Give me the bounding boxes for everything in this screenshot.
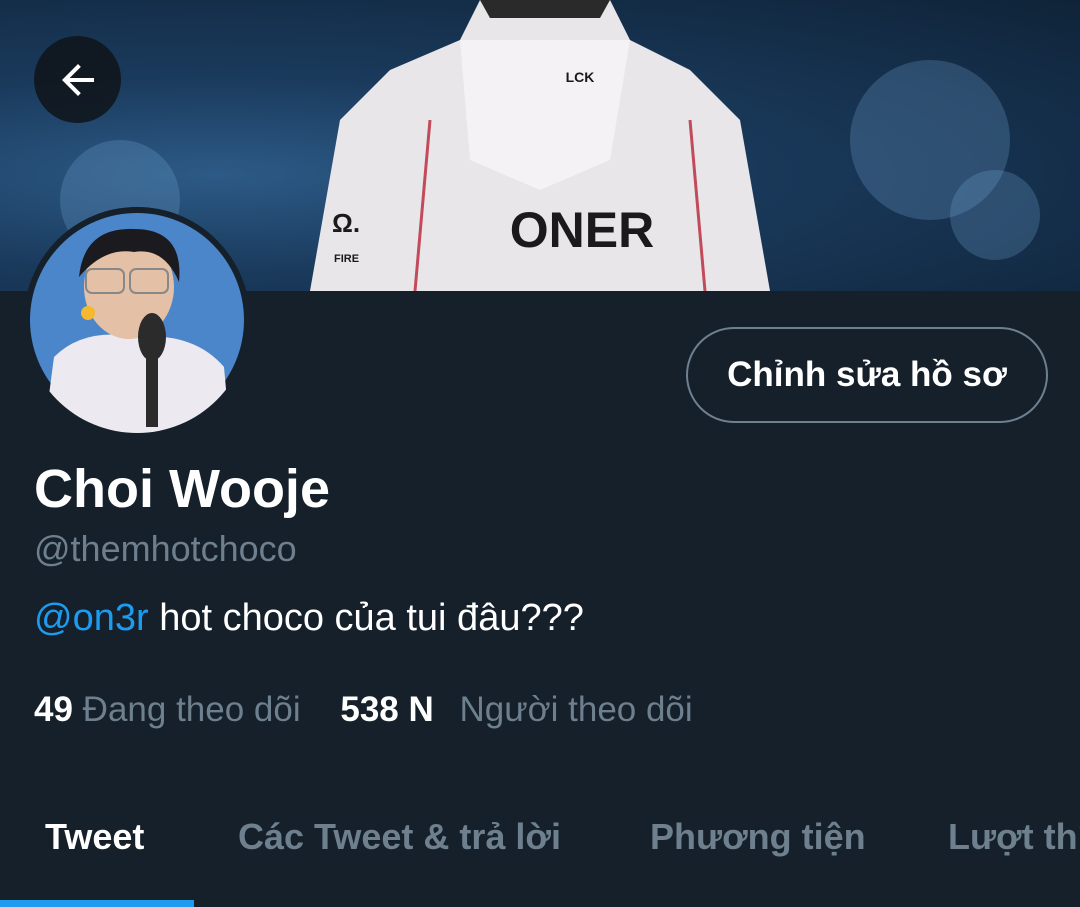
- followers-count: 538 N: [340, 690, 434, 729]
- jacket-brand-text: LCK: [566, 69, 595, 85]
- tab-tweets-replies[interactable]: Các Tweet & trả lời: [238, 816, 561, 858]
- tab-likes[interactable]: Lượt thích: [948, 816, 1080, 858]
- profile-tabs: Tweet Các Tweet & trả lời Phương tiện Lư…: [0, 790, 1080, 907]
- followers-stat[interactable]: 538 N Người theo dõi: [340, 690, 692, 729]
- tab-tweets[interactable]: Tweet: [45, 816, 144, 858]
- followers-label: Người theo dõi: [459, 690, 693, 729]
- edit-profile-button[interactable]: Chỉnh sửa hồ sơ: [686, 327, 1048, 423]
- jacket-logo-mark: Ω.: [332, 208, 360, 238]
- jacket-name-text: ONER: [510, 202, 654, 258]
- profile-handle: @themhotchoco: [34, 528, 297, 569]
- back-button[interactable]: [34, 36, 121, 123]
- bio-text: hot choco của tui đâu???: [148, 597, 584, 639]
- jacket-sponsor-text: FIRE: [334, 253, 359, 265]
- profile-name: Choi Wooje: [34, 459, 330, 519]
- following-stat[interactable]: 49 Đang theo dõi: [34, 690, 301, 729]
- following-count: 49: [34, 690, 73, 729]
- bio-mention-link[interactable]: @on3r: [34, 597, 149, 639]
- following-label: Đang theo dõi: [82, 690, 301, 729]
- banner-bokeh: [950, 170, 1040, 260]
- tab-media[interactable]: Phương tiện: [650, 816, 866, 858]
- avatar[interactable]: [24, 207, 250, 433]
- profile-stats: 49 Đang theo dõi 538 N Người theo dõi: [34, 690, 693, 730]
- arrow-left-icon: [61, 63, 94, 96]
- active-tab-indicator: [0, 900, 194, 907]
- profile-bio: @on3r hot choco của tui đâu???: [34, 597, 584, 640]
- avatar-photo: [24, 207, 250, 433]
- banner-jacket-image: ONER LCK FIRE Ω.: [310, 0, 770, 291]
